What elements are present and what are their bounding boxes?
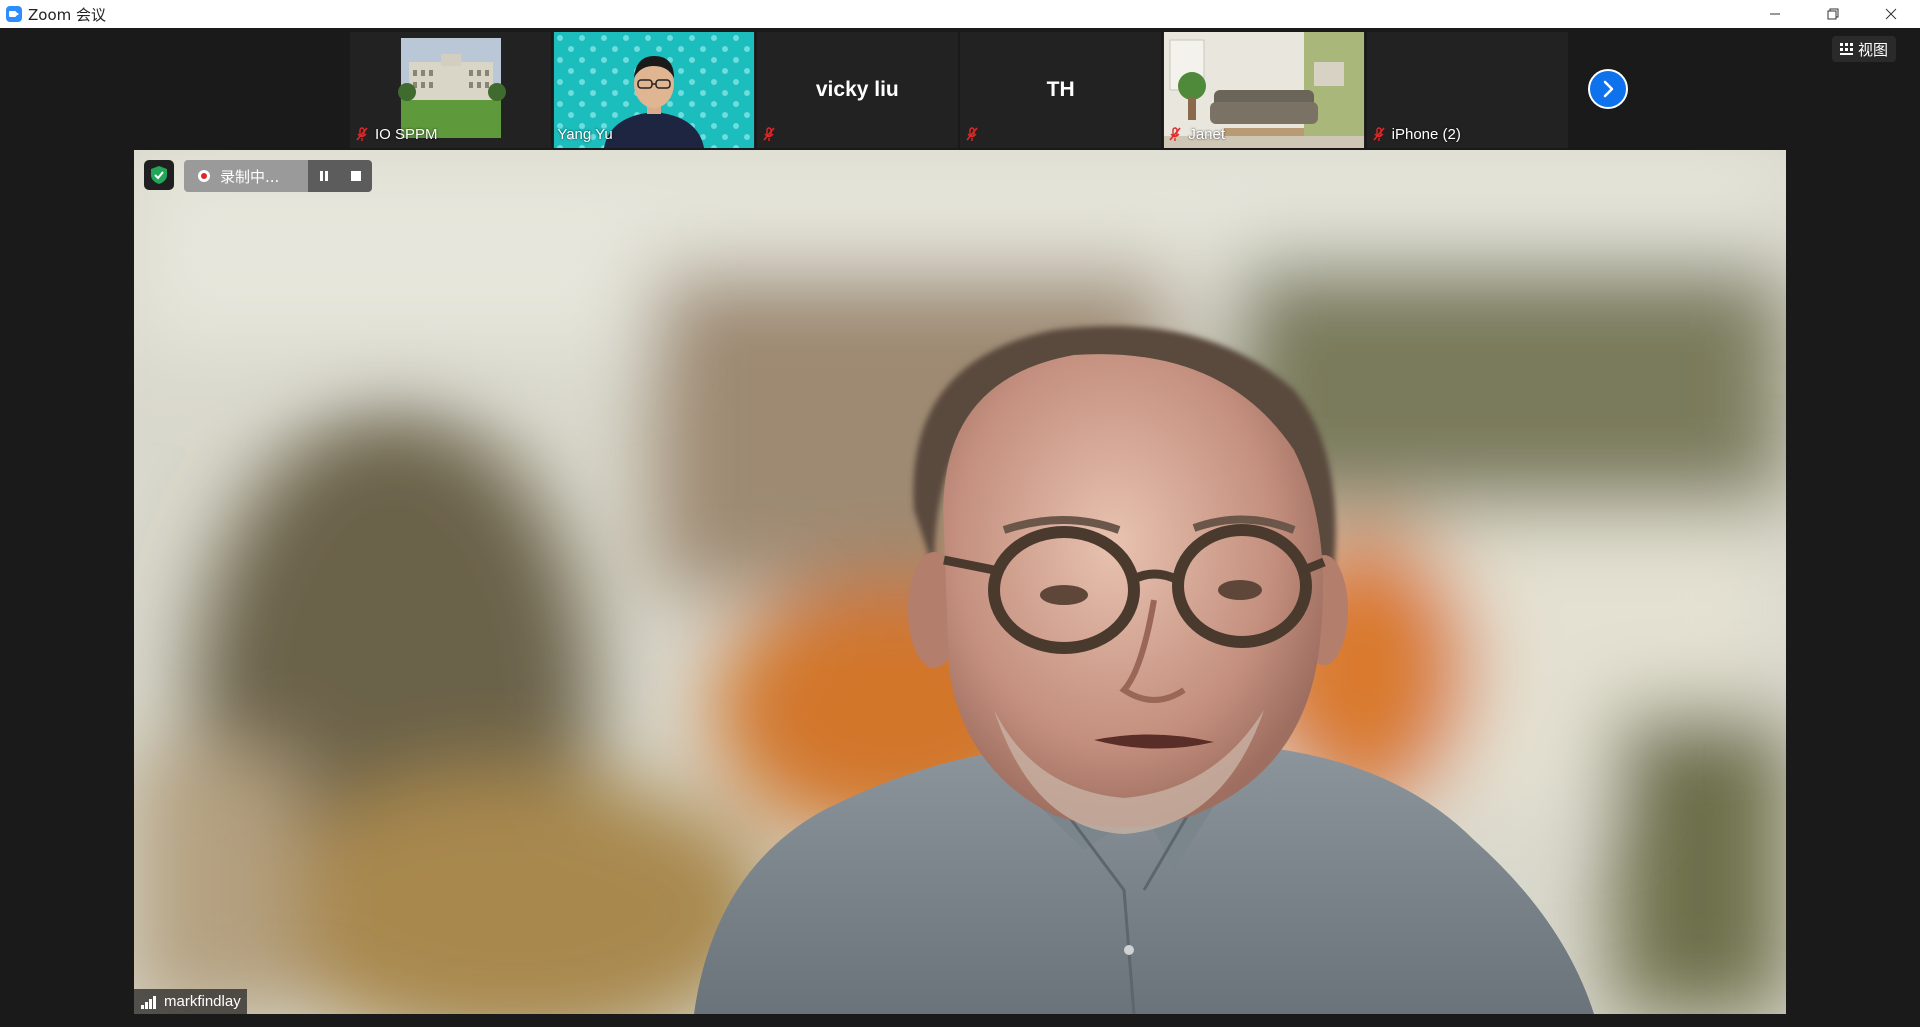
muted-mic-icon [1373,127,1385,141]
signal-bars-icon [141,995,156,1009]
participant-strip: IO SPPM Yang Yu vicky liu TH Janet iPhon… [350,32,1570,148]
recording-dot-icon [198,170,210,182]
participant-name: Janet [1188,125,1226,143]
recording-bar: 录制中... [184,160,372,192]
pause-recording-button[interactable] [308,160,340,192]
recording-status: 录制中... [184,160,308,192]
participant-name: iPhone (2) [1391,125,1461,143]
close-button[interactable] [1862,0,1920,28]
participant-label: IO SPPM [354,124,438,144]
stop-recording-button[interactable] [340,160,372,192]
window-title: Zoom 会议 [28,5,107,24]
participant-tile[interactable]: iPhone (2) [1366,32,1568,148]
meeting-toolbar [0,1016,1920,1027]
recording-status-label: 录制中... [220,167,280,186]
participant-label [964,124,985,144]
participant-label: Yang Yu [557,124,612,144]
participant-tile[interactable]: Yang Yu [553,32,755,148]
participant-tile[interactable]: vicky liu [756,32,958,148]
minimize-icon [1770,13,1780,15]
participant-name: Yang Yu [557,125,613,143]
stop-icon [351,171,361,181]
security-indicator[interactable] [144,160,174,190]
close-icon [1885,8,1897,20]
active-speaker-video [134,150,1786,1014]
muted-mic-icon [356,127,368,141]
active-speaker-label: markfindlay [134,989,247,1014]
next-page-button[interactable] [1588,69,1628,109]
participant-label: Janet [1167,124,1225,144]
participant-name: IO SPPM [375,125,438,143]
shield-check-icon [151,166,167,184]
participant-display-name: vicky liu [815,78,899,101]
pause-icon [320,171,328,181]
view-button-label: 视图 [1857,40,1888,59]
participant-tile[interactable]: Janet [1163,32,1365,148]
chevron-right-icon [1603,80,1614,98]
title-bar: Zoom 会议 [0,0,1920,28]
view-button[interactable]: 视图 [1831,36,1896,62]
participant-tile[interactable]: TH [959,32,1162,148]
participant-display-name: TH [1046,78,1075,101]
muted-mic-icon [1169,127,1181,141]
minimize-button[interactable] [1746,0,1804,28]
restore-button[interactable] [1804,0,1862,28]
restore-icon [1827,8,1839,20]
participant-label [761,124,782,144]
window-controls [1746,0,1920,28]
muted-mic-icon [763,127,775,141]
zoom-app-icon [6,6,22,22]
participant-tile[interactable]: IO SPPM [350,32,552,148]
muted-mic-icon [966,127,978,141]
active-speaker-name: markfindlay [164,993,241,1010]
grid-icon [1839,43,1853,55]
speaker-video-frame [134,150,1786,1014]
participant-label: iPhone (2) [1371,124,1461,144]
